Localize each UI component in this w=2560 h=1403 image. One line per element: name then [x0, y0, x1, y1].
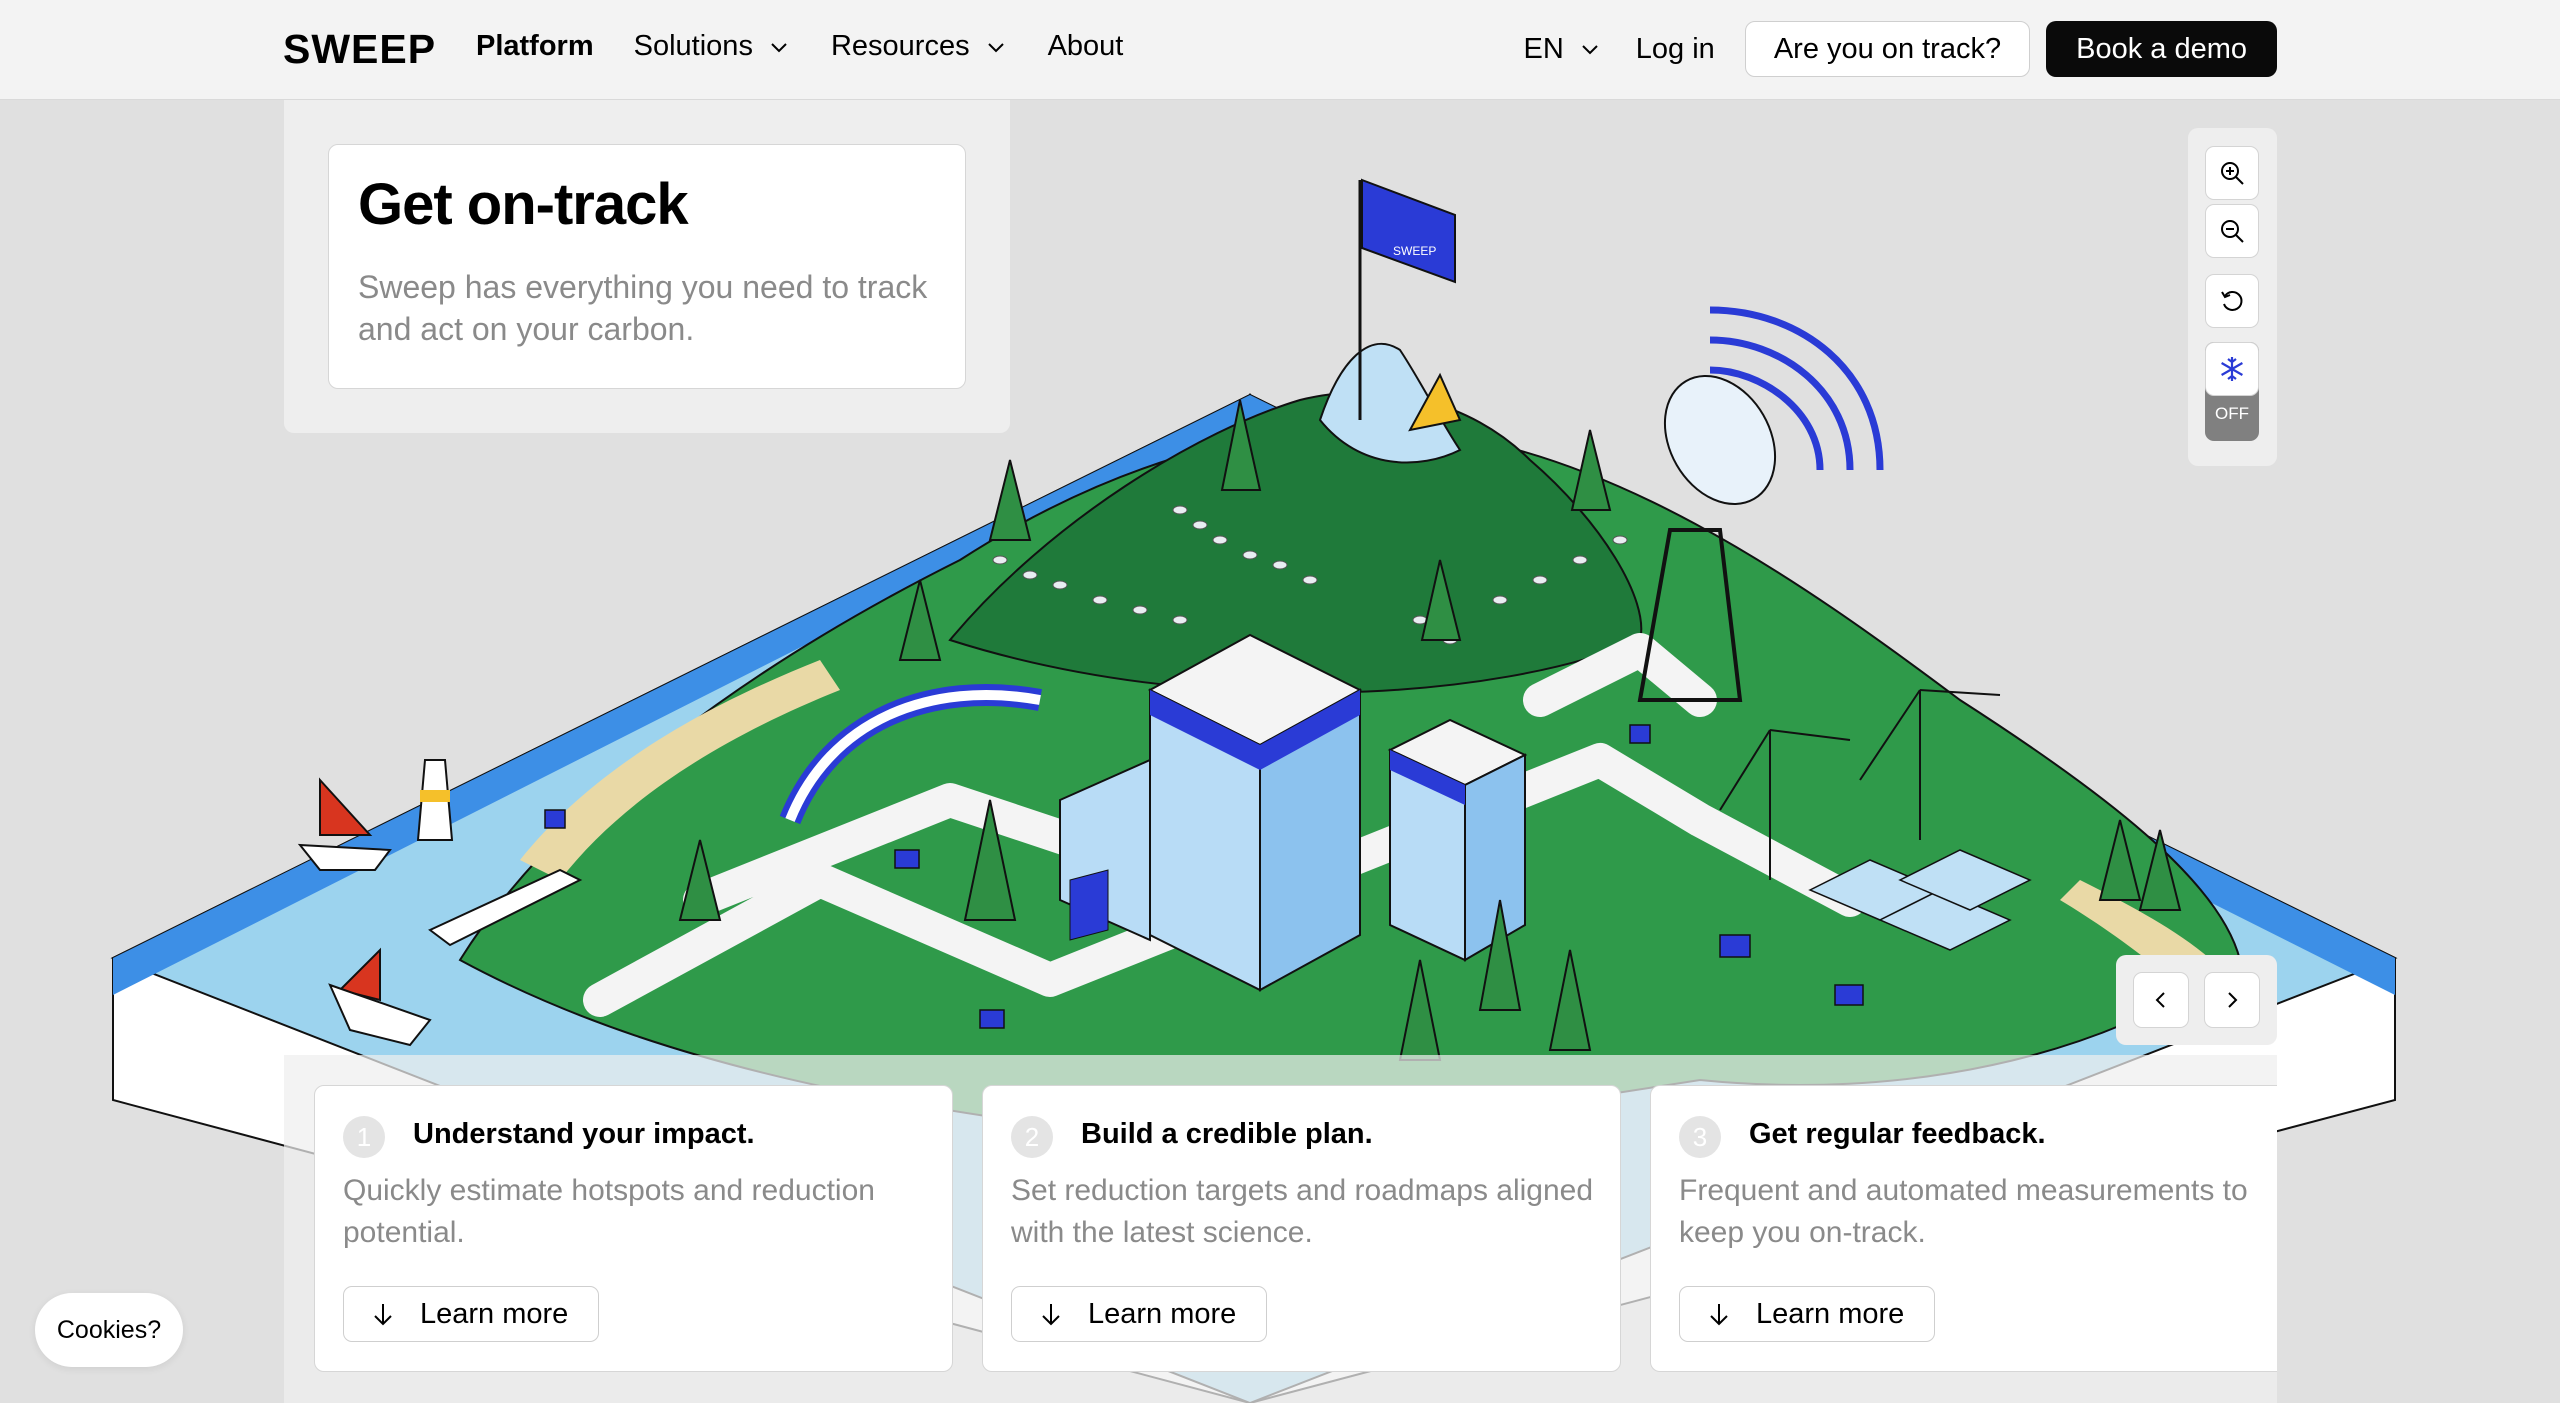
sweep-flag — [1361, 178, 1456, 284]
snowflake-icon — [2221, 357, 2243, 381]
nav-item-label: Solutions — [633, 30, 753, 62]
learn-more-button[interactable]: Learn more — [343, 1286, 600, 1342]
nav-item-resources[interactable]: Resources — [831, 30, 1008, 63]
learn-more-label: Learn more — [1088, 1297, 1237, 1330]
cookies-button[interactable]: Cookies? — [35, 1293, 183, 1367]
zoom-out-button[interactable] — [2205, 204, 2259, 258]
hero-description: Sweep has everything you need to track a… — [358, 269, 928, 347]
lighthouse — [416, 759, 454, 841]
step-title: Understand your impact. — [413, 1118, 755, 1150]
step-number: 1 — [343, 1116, 385, 1158]
chevron-down-icon — [1582, 45, 1598, 55]
step-description: Set reduction targets and roadmaps align… — [1011, 1174, 1594, 1249]
sweep-logo[interactable]: SWEEP — [283, 26, 436, 73]
main-nav: Platform Solutions Resources About — [476, 30, 1163, 63]
nav-item-label: Platform — [476, 30, 594, 62]
nav-item-platform[interactable]: Platform — [476, 30, 594, 63]
zoom-out-icon — [2221, 220, 2244, 243]
step-card: 2 Build a credible plan. Set reduction t… — [982, 1085, 1621, 1372]
chevron-down-icon — [987, 42, 1004, 52]
hero-card: Get on-track Sweep has everything you ne… — [328, 144, 966, 389]
step-title: Get regular feedback. — [1749, 1118, 2046, 1150]
snow-toggle-button[interactable] — [2205, 342, 2259, 396]
arrow-down-icon — [374, 1304, 392, 1326]
learn-more-button[interactable]: Learn more — [1679, 1286, 1936, 1342]
snow-toggle[interactable]: OFF — [2205, 342, 2259, 441]
snow-toggle-state: OFF — [2215, 404, 2249, 423]
nav-item-label: Resources — [830, 30, 970, 62]
step-number: 2 — [1011, 1116, 1053, 1158]
step-title: Build a credible plan. — [1081, 1118, 1373, 1150]
mountain — [948, 391, 1643, 694]
are-you-on-track-button[interactable]: Are you on track? — [1744, 21, 2031, 77]
steps-panel: 1 Understand your impact. Quickly estima… — [284, 1055, 2277, 1403]
top-navigation-bar: SWEEP Platform Solutions Resources About… — [0, 0, 2560, 100]
chevron-left-icon — [2155, 992, 2165, 1008]
tall-office-building — [1147, 633, 1363, 992]
login-link[interactable]: Log in — [1636, 33, 1715, 66]
language-selector[interactable]: EN — [1524, 33, 1602, 66]
previous-button[interactable] — [2133, 972, 2189, 1028]
learn-more-label: Learn more — [420, 1297, 569, 1330]
language-label: EN — [1523, 32, 1564, 65]
learn-more-button[interactable]: Learn more — [1011, 1286, 1268, 1342]
chevron-down-icon — [771, 42, 787, 52]
flag-text: SWEEP — [1393, 244, 1436, 258]
step-description: Quickly estimate hotspots and reduction … — [343, 1174, 875, 1249]
nav-item-solutions[interactable]: Solutions — [634, 30, 791, 63]
arrow-down-icon — [1710, 1304, 1728, 1326]
book-demo-button[interactable]: Book a demo — [2046, 21, 2277, 77]
reset-view-button[interactable] — [2205, 274, 2259, 328]
zoom-in-icon — [2221, 162, 2244, 185]
zoom-in-button[interactable] — [2205, 146, 2259, 200]
header-actions: EN Log in Are you on track? Book a demo — [1524, 21, 2277, 77]
nav-item-about[interactable]: About — [1048, 30, 1124, 63]
step-card: 1 Understand your impact. Quickly estima… — [314, 1085, 953, 1372]
hero-panel: Get on-track Sweep has everything you ne… — [284, 100, 1010, 433]
next-button[interactable] — [2204, 972, 2260, 1028]
chevron-right-icon — [2228, 992, 2238, 1008]
learn-more-label: Learn more — [1756, 1297, 1905, 1330]
step-description: Frequent and automated measurements to k… — [1679, 1174, 2248, 1249]
nav-item-label: About — [1047, 30, 1124, 62]
carousel-controls — [2116, 955, 2277, 1045]
rotate-reset-icon — [2221, 291, 2243, 311]
step-card: 3 Get regular feedback. Frequent and aut… — [1650, 1085, 2277, 1372]
map-controls: OFF — [2188, 128, 2277, 466]
hero-title: Get on-track — [358, 172, 689, 237]
step-number: 3 — [1679, 1116, 1721, 1158]
arrow-down-icon — [1042, 1304, 1060, 1326]
